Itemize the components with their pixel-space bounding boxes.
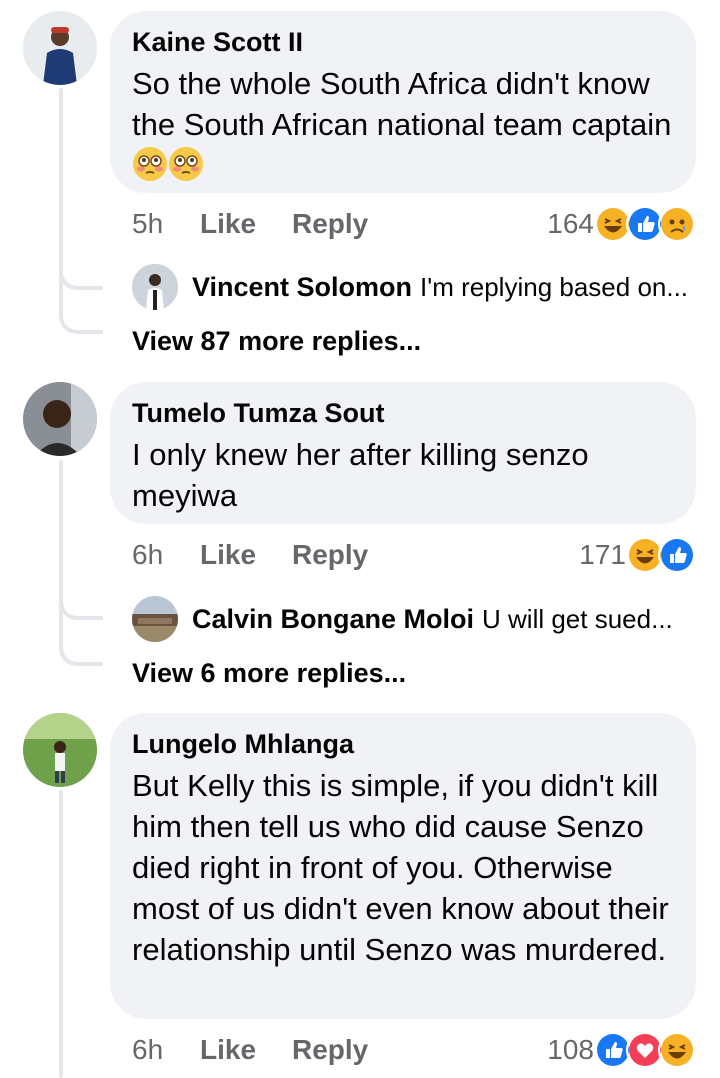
reply-button[interactable]: Reply [292,208,368,240]
reply-preview[interactable]: Vincent Solomon I'm replying based on... [132,264,688,310]
comment-bubble: Tumelo Tumza Sout I only knew her after … [110,382,696,524]
flushed-face-icon [168,146,204,182]
comment-bubble: Kaine Scott II So the whole South Africa… [110,11,696,193]
reaction-summary[interactable]: 164 [547,202,696,246]
avatar[interactable] [23,11,97,85]
comment-author[interactable]: Kaine Scott II [132,25,674,59]
reply-preview[interactable]: Calvin Bongane Moloi U will get sued... [132,596,673,642]
like-button[interactable]: Like [200,1034,292,1066]
reply-author[interactable]: Vincent Solomon [192,272,412,303]
reply-button[interactable]: Reply [292,1034,368,1066]
sad-reaction-icon [658,205,696,243]
flushed-face-icon [132,146,168,182]
thread-line-3 [59,790,63,1078]
comment-text: So the whole South Africa didn't know th… [132,63,674,186]
reaction-count: 164 [547,208,594,239]
reaction-summary[interactable]: 108 [547,1028,696,1072]
comment-actions: 6h Like Reply [132,533,368,577]
like-reaction-icon [658,536,696,574]
haha-reaction-icon [658,1031,696,1069]
reaction-count: 171 [579,539,626,570]
reply-text: I'm replying based on... [420,271,689,302]
comment-text: I only knew her after killing senzo meyi… [132,437,589,513]
reply-button[interactable]: Reply [292,539,368,571]
comment-bubble: Lungelo Mhlanga But Kelly this is simple… [110,713,696,1019]
reaction-count: 108 [547,1034,594,1065]
like-button[interactable]: Like [200,539,292,571]
more-replies-connector [59,250,103,334]
comment-author[interactable]: Tumelo Tumza Sout [132,396,674,430]
comment-actions: 5h Like Reply [132,202,368,246]
avatar[interactable] [23,713,97,787]
like-button[interactable]: Like [200,208,292,240]
avatar[interactable] [132,264,178,310]
reaction-summary[interactable]: 171 [579,533,696,577]
reply-author[interactable]: Calvin Bongane Moloi [192,604,474,635]
view-more-replies-link[interactable]: View 6 more replies... [132,658,406,689]
avatar[interactable] [132,596,178,642]
avatar[interactable] [23,382,97,456]
more-replies-connector [59,580,103,666]
comment-time[interactable]: 6h [132,1034,200,1066]
view-more-replies-link[interactable]: View 87 more replies... [132,326,421,357]
comment-actions: 6h Like Reply [132,1028,368,1072]
comment-time[interactable]: 5h [132,208,200,240]
comment-author[interactable]: Lungelo Mhlanga [132,727,674,761]
comment-time[interactable]: 6h [132,539,200,571]
reply-text: U will get sued... [482,603,673,634]
comment-text: But Kelly this is simple, if you didn't … [132,768,669,967]
